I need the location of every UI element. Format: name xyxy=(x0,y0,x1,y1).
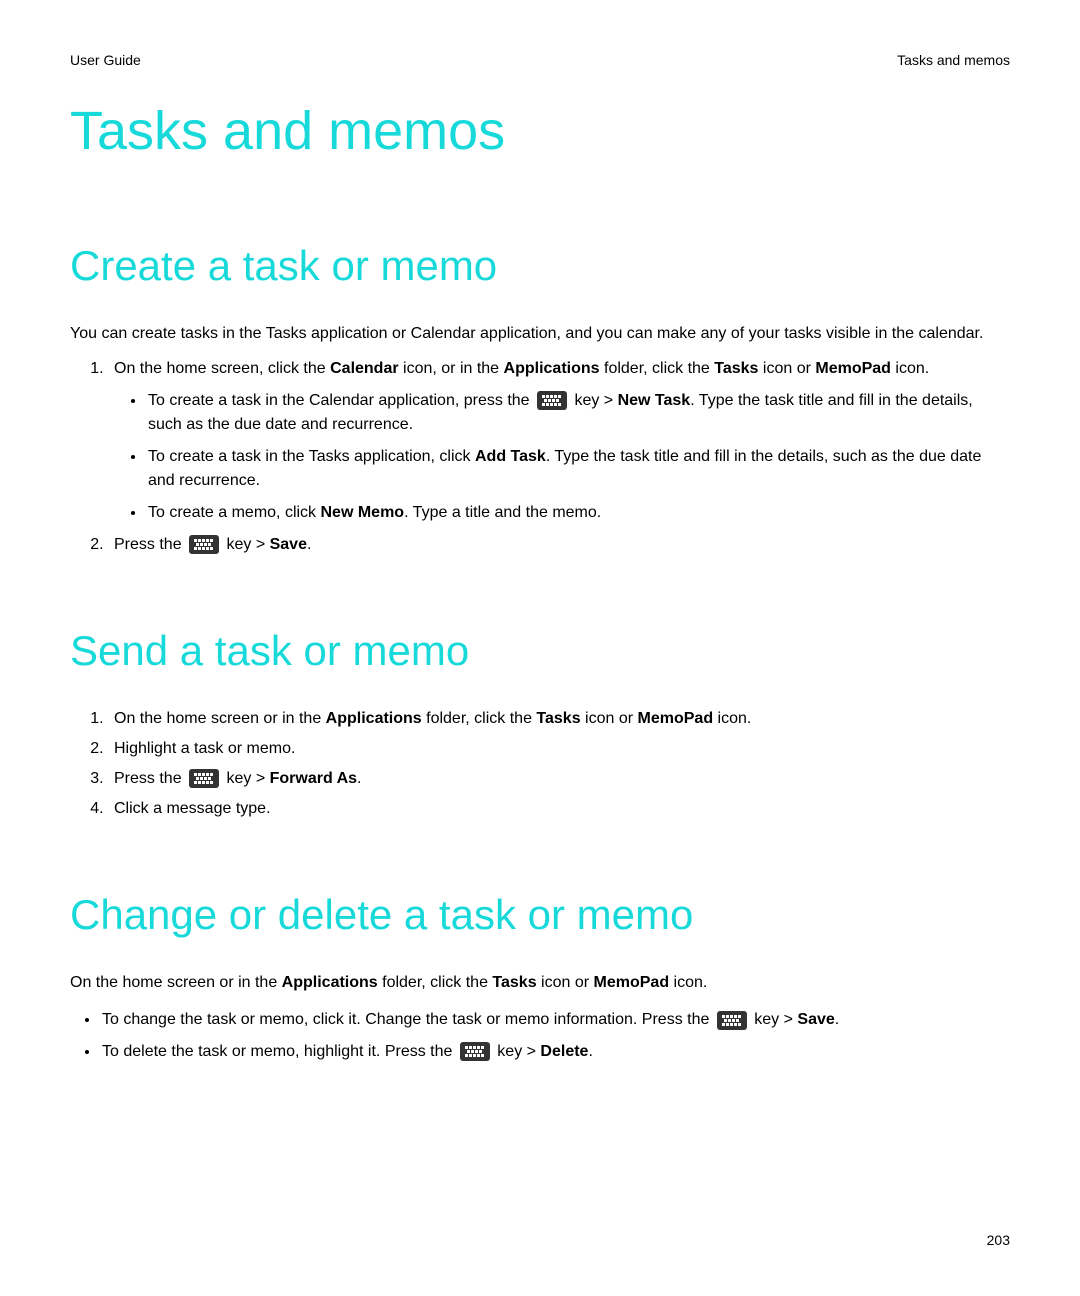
send-step-1: On the home screen or in the Application… xyxy=(108,707,1010,731)
section-create: Create a task or memo You can create tas… xyxy=(70,242,1010,557)
create-substeps: To create a task in the Calendar applica… xyxy=(146,389,1010,525)
create-sub-3: To create a memo, click New Memo. Type a… xyxy=(146,501,1010,525)
page-number: 203 xyxy=(987,1232,1010,1248)
section-send: Send a task or memo On the home screen o… xyxy=(70,627,1010,821)
heading-create: Create a task or memo xyxy=(70,242,1010,290)
page-title: Tasks and memos xyxy=(70,100,1010,162)
create-step-2: Press the key > Save. xyxy=(108,533,1010,557)
section-change: Change or delete a task or memo On the h… xyxy=(70,891,1010,1065)
menu-key-icon xyxy=(717,1011,747,1030)
menu-key-icon xyxy=(189,535,219,554)
create-sub-1: To create a task in the Calendar applica… xyxy=(146,389,1010,437)
send-step-3: Press the key > Forward As. xyxy=(108,767,1010,791)
heading-send: Send a task or memo xyxy=(70,627,1010,675)
menu-key-icon xyxy=(189,769,219,788)
menu-key-icon xyxy=(460,1042,490,1061)
header-right: Tasks and memos xyxy=(897,52,1010,68)
send-steps: On the home screen or in the Application… xyxy=(108,707,1010,821)
heading-change: Change or delete a task or memo xyxy=(70,891,1010,939)
page-header: User Guide Tasks and memos xyxy=(70,52,1010,68)
change-bullet-1: To change the task or memo, click it. Ch… xyxy=(100,1006,1010,1033)
menu-key-icon xyxy=(537,391,567,410)
create-step-1: On the home screen, click the Calendar i… xyxy=(108,357,1010,525)
send-step-2: Highlight a task or memo. xyxy=(108,737,1010,761)
create-intro: You can create tasks in the Tasks applic… xyxy=(70,322,1010,345)
send-step-4: Click a message type. xyxy=(108,797,1010,821)
change-intro: On the home screen or in the Application… xyxy=(70,971,1010,994)
change-bullets: To change the task or memo, click it. Ch… xyxy=(100,1006,1010,1064)
create-sub-2: To create a task in the Tasks applicatio… xyxy=(146,445,1010,493)
change-bullet-2: To delete the task or memo, highlight it… xyxy=(100,1038,1010,1065)
header-left: User Guide xyxy=(70,52,141,68)
create-steps: On the home screen, click the Calendar i… xyxy=(108,357,1010,557)
